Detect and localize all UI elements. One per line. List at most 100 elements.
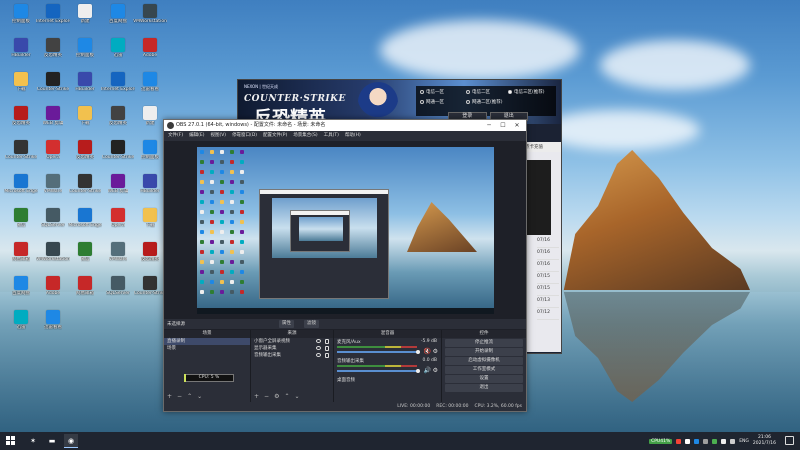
obs-titlebar[interactable]: OBS 27.0.1 (64-bit, windows) - 配置文件: 未命名… (164, 120, 526, 131)
desktop-icon[interactable]: Counter-Strike (4, 140, 38, 174)
desktop-icon[interactable]: 反恐精英 (68, 140, 102, 174)
desktop-icon[interactable]: Opera (101, 208, 135, 242)
desktop-icon[interactable]: 新建 (68, 4, 102, 38)
desktop-icon[interactable]: 下载 (133, 208, 167, 242)
gear-icon[interactable]: ⚙ (433, 348, 438, 355)
folder-icon[interactable]: ▬ (45, 434, 59, 448)
exit-button[interactable]: 退出 (445, 384, 523, 392)
desktop-icon[interactable]: HBuilder (4, 38, 38, 72)
properties-button[interactable]: 属性 (279, 320, 294, 328)
tray-icon[interactable] (676, 438, 682, 444)
desktop-icon[interactable]: HBuilder (133, 174, 167, 208)
menu-item[interactable]: 停靠窗口(D) (232, 131, 257, 141)
scene-item[interactable]: 场景 (164, 345, 250, 352)
down-icon[interactable]: ⌄ (197, 392, 202, 402)
start-button[interactable] (6, 436, 16, 446)
obs-window[interactable]: OBS 27.0.1 (64-bit, windows) - 配置文件: 未命名… (163, 119, 527, 412)
add-icon[interactable]: + (254, 392, 259, 402)
recharge-link[interactable]: 点卡充值 (523, 142, 561, 152)
minimize-icon[interactable]: ─ (482, 120, 496, 131)
speaker-icon[interactable]: 🔊 (424, 367, 431, 374)
cs-icon[interactable]: ✶ (26, 434, 40, 448)
desktop-icon[interactable]: WEB 剪辑 (36, 106, 70, 140)
desktop-icon[interactable]: Microsoft Edge (4, 174, 38, 208)
desktop-icon[interactable]: Adobe (36, 276, 70, 310)
server-option[interactable]: 网通一区 (420, 99, 444, 105)
desktop-icon[interactable]: Adobe (133, 38, 167, 72)
volume-icon[interactable] (730, 438, 736, 444)
stop-streaming-button[interactable]: 停止推流 (445, 339, 523, 347)
desktop-icon[interactable]: SQLServer (101, 276, 135, 310)
clock[interactable]: 21:06 2021/7/16 (753, 435, 776, 447)
desktop-icon[interactable]: 微信 (4, 208, 38, 242)
desktop-icon[interactable]: Counter-Strike (68, 174, 102, 208)
desktop-icon[interactable]: VMWare (36, 174, 70, 208)
lock-icon[interactable] (325, 346, 329, 351)
cpu-badge[interactable]: CPU41% (649, 438, 673, 444)
source-item[interactable]: 显示器采集 (251, 345, 333, 352)
language-indicator[interactable]: ENG (739, 439, 749, 444)
desktop-icon[interactable]: 迅雷 (4, 310, 38, 344)
desktop-icon[interactable]: VMWorkstation (36, 242, 70, 276)
network-icon[interactable] (721, 438, 727, 444)
obs-icon[interactable]: ◉ (64, 434, 78, 448)
desktop-icon[interactable]: VMWorkstation (133, 4, 167, 38)
desktop-icon[interactable]: VMWare (101, 242, 135, 276)
desktop-icon[interactable]: Counter-Strike (101, 140, 135, 174)
desktop-icon[interactable]: 百度网盘 (4, 276, 38, 310)
slider-knob[interactable] (416, 350, 420, 354)
gear-icon[interactable]: ⚙ (433, 367, 438, 374)
remove-icon[interactable]: − (177, 392, 182, 402)
desktop-icon[interactable]: 控制面板 (68, 38, 102, 72)
start-recording-button[interactable]: 开始录制 (445, 348, 523, 356)
desktop-icon[interactable]: 反恐精英 (4, 106, 38, 140)
add-icon[interactable]: + (167, 392, 172, 402)
server-option[interactable]: 网通二区(推荐) (466, 99, 503, 105)
desktop-icon[interactable]: 下载 (4, 72, 38, 106)
down-icon[interactable]: ⌄ (294, 392, 299, 402)
source-item[interactable]: 音频输出采集 (251, 352, 333, 359)
gear-icon[interactable]: ⚙ (274, 392, 279, 402)
desktop-icon[interactable]: 控制面板 (133, 140, 167, 174)
menu-item[interactable]: 配置文件(P) (263, 131, 287, 141)
desktop-icon[interactable]: 反恐精英 (101, 106, 135, 140)
menu-item[interactable]: 帮助(H) (345, 131, 361, 141)
desktop-icon[interactable]: 迅雷看看 (133, 72, 167, 106)
slider-knob[interactable] (416, 369, 420, 373)
desktop-icon[interactable]: Counter-Strike (36, 72, 70, 106)
desktop-icon[interactable]: Internet Explorer (101, 72, 135, 106)
menu-item[interactable]: 编辑(E) (189, 131, 204, 141)
filters-button[interactable]: 滤镜 (304, 320, 319, 328)
desktop-icon[interactable]: Counter-Strike (133, 276, 167, 310)
tray-icon[interactable] (712, 438, 718, 444)
studio-mode-button[interactable]: 工作室模式 (445, 366, 523, 374)
up-icon[interactable]: ⌃ (284, 392, 289, 402)
desktop-icon[interactable]: HBuilder (68, 72, 102, 106)
notification-icon[interactable] (785, 436, 794, 445)
volume-slider[interactable] (337, 351, 417, 353)
desktop-icon[interactable]: Opera (36, 140, 70, 174)
virtual-camera-button[interactable]: 启动虚拟摄像机 (445, 357, 523, 365)
desktop-icon[interactable]: 迅雷看看 (36, 310, 70, 344)
eye-icon[interactable] (316, 346, 321, 350)
eye-icon[interactable] (316, 339, 321, 343)
menu-item[interactable]: 工具(T) (324, 131, 339, 141)
server-option[interactable]: 电信二区 (466, 89, 490, 95)
desktop-icon[interactable]: SQLServer (36, 208, 70, 242)
server-option[interactable]: 电信三区(推荐) (508, 89, 545, 95)
desktop-icon[interactable]: 网易邮箱 (4, 242, 38, 276)
menu-item[interactable]: 视图(V) (210, 131, 226, 141)
source-item[interactable]: 小窗户全屏录视频 (251, 338, 333, 345)
desktop-icon[interactable]: 百度网盘 (101, 4, 135, 38)
eye-icon[interactable] (316, 353, 321, 357)
tray-icon[interactable] (694, 438, 700, 444)
desktop-icon[interactable]: Microsoft Edge (68, 208, 102, 242)
close-icon[interactable]: ✕ (510, 120, 524, 131)
menu-item[interactable]: 场景集合(S) (293, 131, 317, 141)
server-option[interactable]: 电信一区 (420, 89, 444, 95)
tray-icon[interactable] (703, 438, 709, 444)
desktop-icon[interactable]: 微信 (68, 242, 102, 276)
desktop-icon[interactable]: 反恐精英 (133, 242, 167, 276)
tray-icon[interactable] (685, 438, 691, 444)
up-icon[interactable]: ⌃ (187, 392, 192, 402)
